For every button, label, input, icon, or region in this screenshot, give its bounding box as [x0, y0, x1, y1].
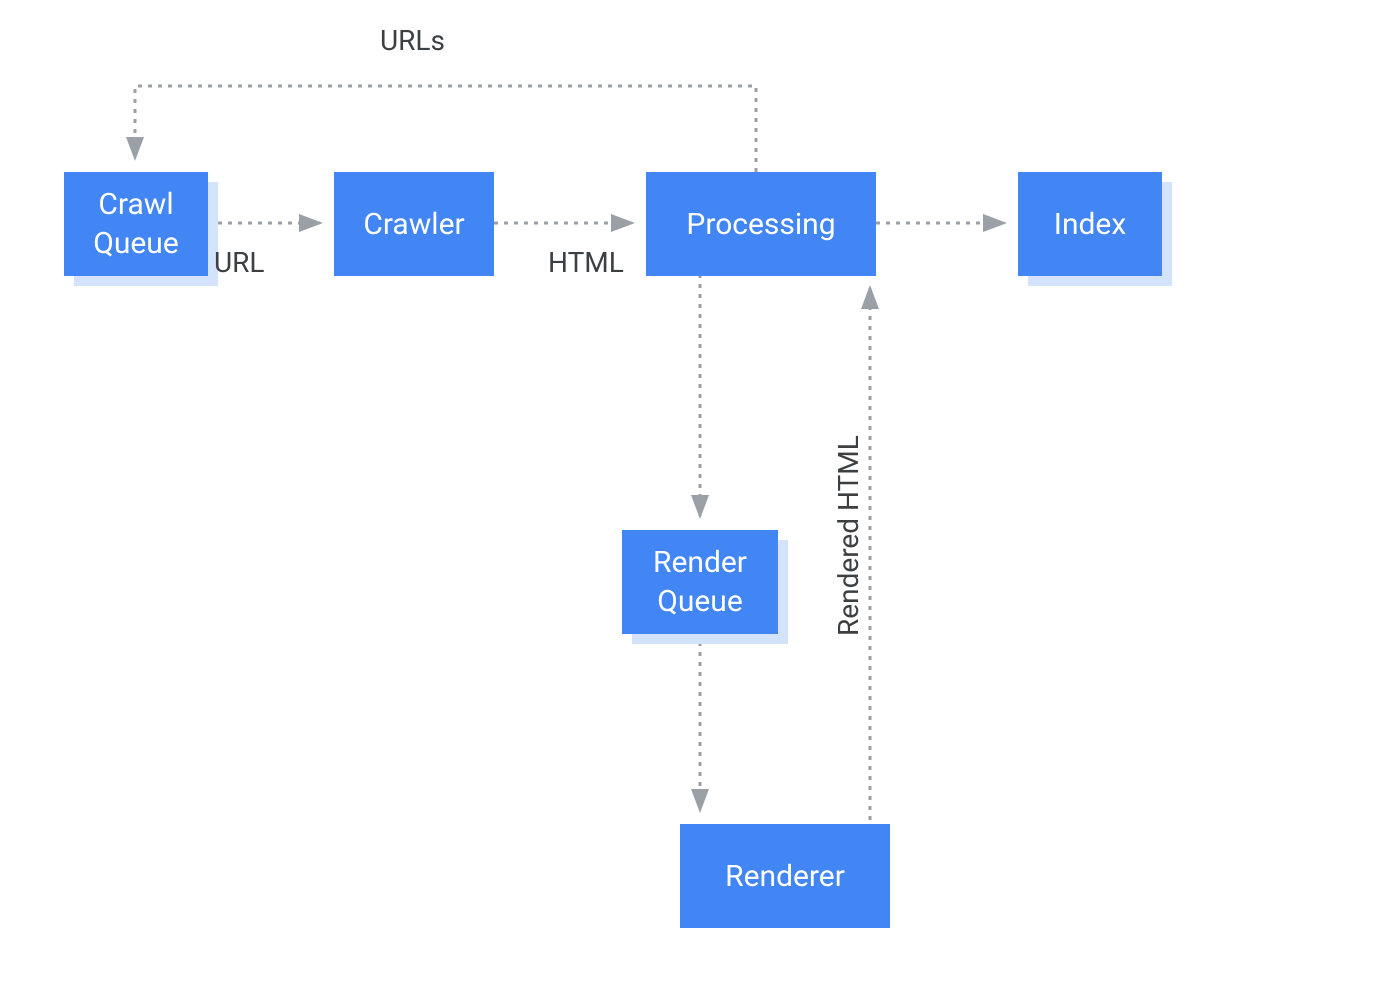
node-processing: Processing [646, 172, 876, 276]
pipeline-diagram: Crawl Queue Crawler Processing Index Ren… [0, 0, 1374, 981]
node-render-queue: Render Queue [622, 530, 778, 634]
crawler-label: Crawler [363, 205, 464, 244]
node-crawl-queue: Crawl Queue [64, 172, 208, 276]
processing-label: Processing [686, 205, 835, 244]
crawl-queue-label: Crawl Queue [93, 185, 179, 263]
edge-label-rendered-html: Rendered HTML [832, 435, 865, 636]
edge-label-urls: URLs [380, 24, 445, 57]
node-renderer: Renderer [680, 824, 890, 928]
edge-label-html: HTML [548, 246, 624, 279]
node-crawler: Crawler [334, 172, 494, 276]
index-label: Index [1054, 205, 1126, 244]
edge-processing-crawlqueue [135, 86, 756, 172]
node-index: Index [1018, 172, 1162, 276]
renderer-label: Renderer [725, 857, 845, 896]
edge-label-url: URL [214, 246, 265, 279]
render-queue-label: Render Queue [653, 543, 747, 621]
